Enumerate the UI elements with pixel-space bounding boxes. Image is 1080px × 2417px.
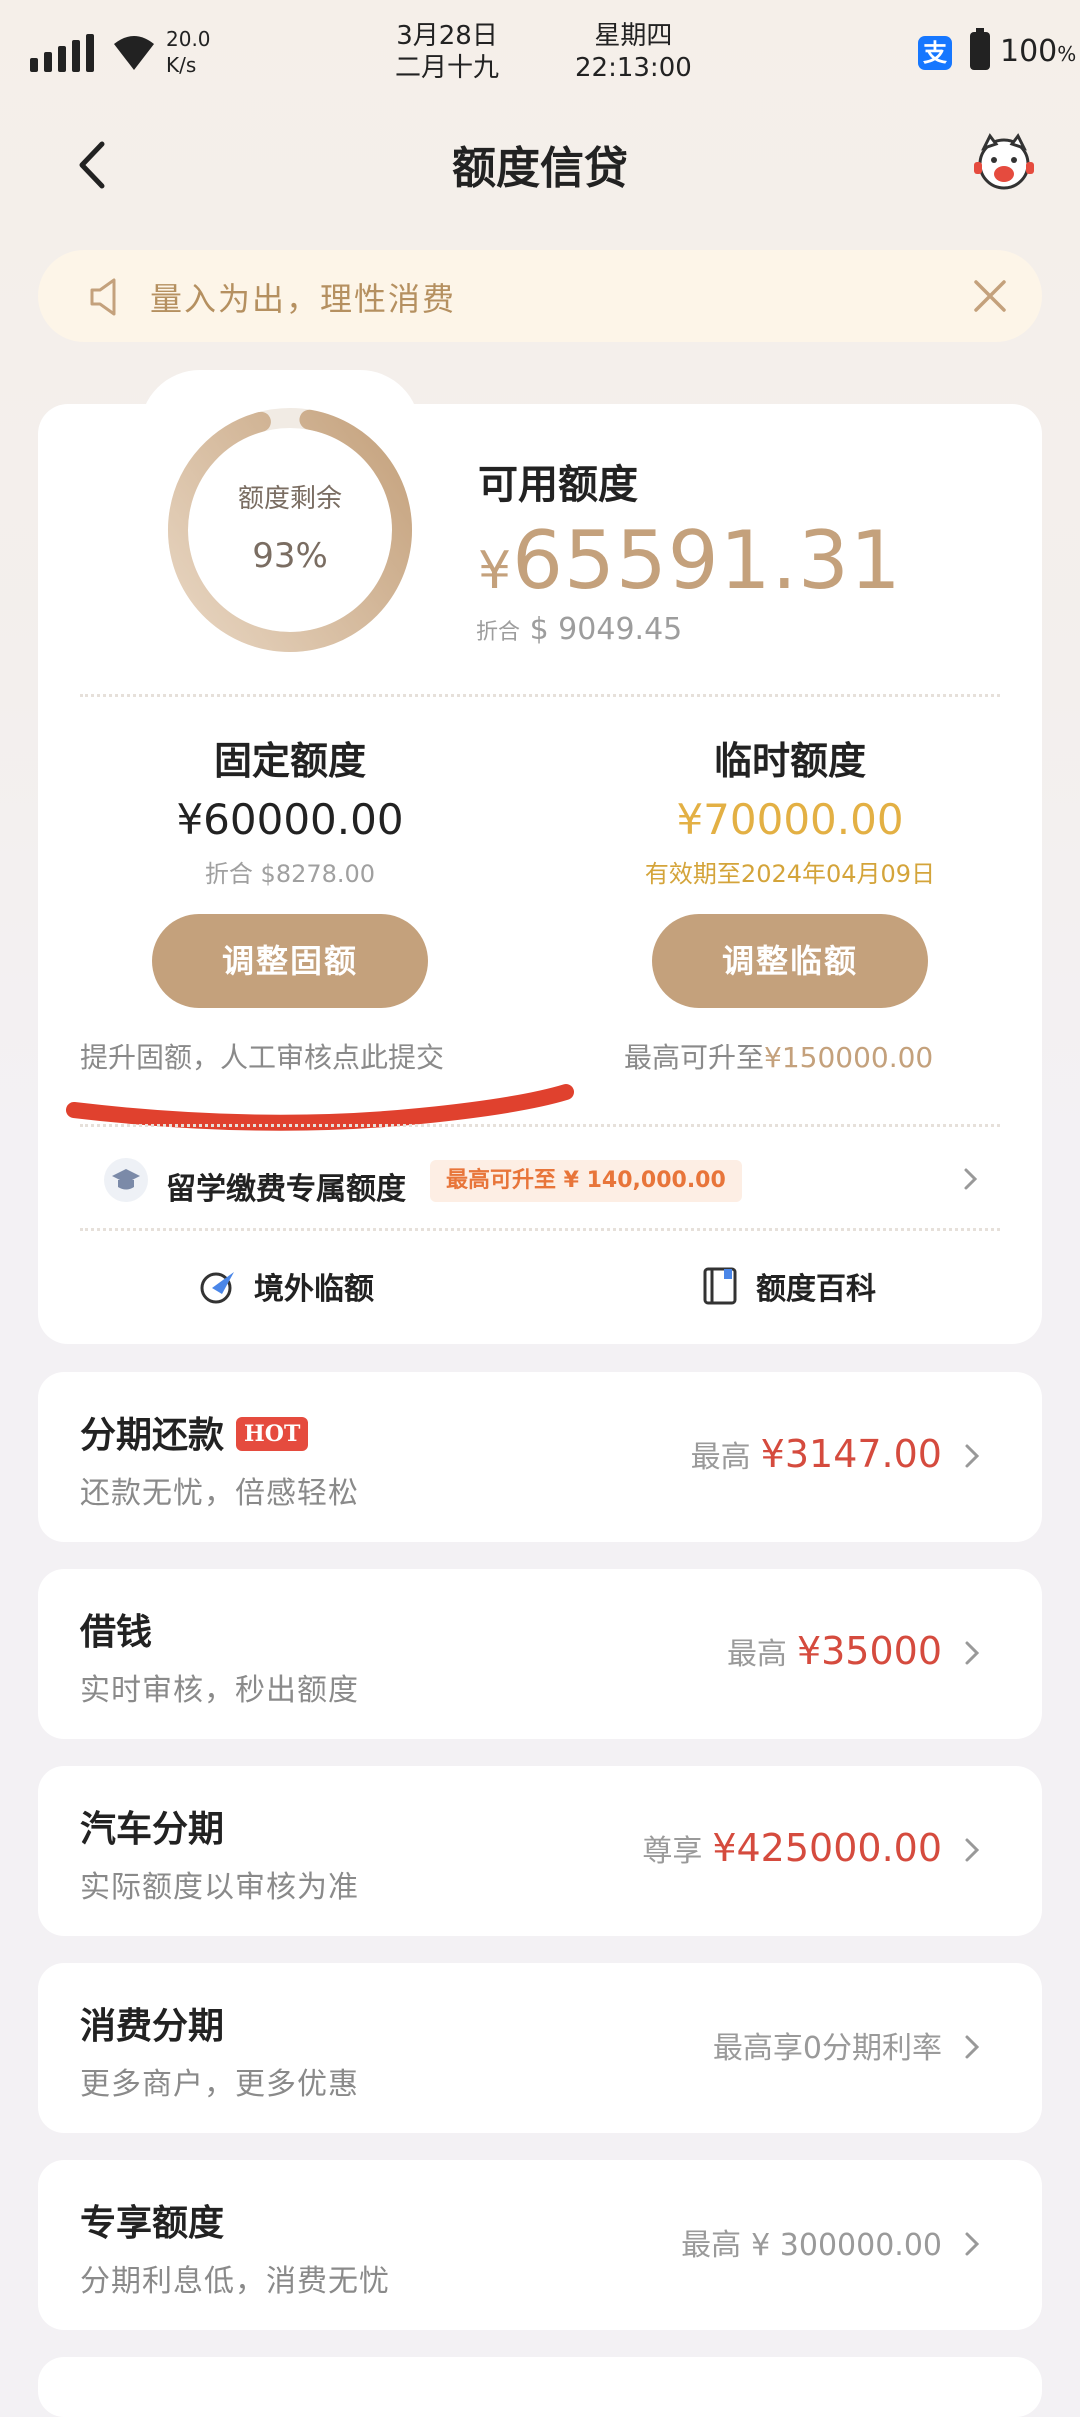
alipay-icon: 支: [918, 36, 952, 70]
divider: [80, 694, 1000, 697]
service-right: 尊享 ¥425000.00: [642, 1826, 942, 1870]
service-title: 消费分期: [80, 2006, 225, 2047]
available-amount: ¥65591.31: [478, 514, 902, 607]
chevron-right-icon: [965, 1838, 980, 1862]
chevron-right-icon: [965, 2232, 980, 2256]
service-title: 借钱: [80, 1612, 153, 1653]
battery-icon: [970, 32, 990, 70]
chevron-right-icon: [965, 2035, 980, 2059]
temp-credit-column: 临时额度 ¥70000.00 有效期至2024年04月09日: [570, 730, 1010, 889]
service-subtitle: 实时审核，秒出额度: [80, 1673, 359, 1708]
red-annotation-stroke: [66, 1084, 574, 1131]
service-subtitle: 更多商户，更多优惠: [80, 2067, 359, 2102]
speaker-icon: [90, 278, 116, 316]
overseas-temp-link[interactable]: 境外临额: [254, 1264, 374, 1308]
service-title: 专享额度: [80, 2203, 225, 2244]
notice-text: 量入为出，理性消费: [150, 280, 457, 318]
service-card-borrow[interactable]: 借钱 实时审核，秒出额度 最高 ¥35000: [38, 1569, 1042, 1739]
chevron-right-icon: [965, 1641, 980, 1665]
service-subtitle: 实际额度以审核为准: [80, 1870, 359, 1905]
ring-percent: 93%: [252, 536, 328, 576]
book-icon: [703, 1267, 737, 1305]
ring-label: 额度剩余: [237, 484, 342, 514]
airplane-globe-icon: [200, 1272, 234, 1304]
page-title: 额度信贷: [452, 143, 628, 194]
service-card-exclusive-credit[interactable]: 专享额度 分期利息低，消费无忧 最高 ¥ 300000.00: [38, 2160, 1042, 2330]
temp-credit-amount: ¥70000.00: [676, 795, 904, 844]
service-right: 最高享0分期利率: [712, 2031, 942, 2066]
close-icon[interactable]: [970, 276, 1010, 316]
service-right: 最高 ¥35000: [726, 1629, 942, 1673]
service-card-partial[interactable]: [38, 2357, 1042, 2417]
fixed-credit-converted: 折合 $8278.00: [204, 860, 376, 888]
study-abroad-label: 留学缴费专属额度: [166, 1172, 406, 1207]
service-subtitle: 分期利息低，消费无忧: [80, 2264, 390, 2299]
net-speed: 20.0 K/s: [166, 27, 211, 77]
study-abroad-row[interactable]: 留学缴费专属额度 最高可升至 ¥ 140,000.00: [100, 1154, 980, 1214]
service-title: 汽车分期: [80, 1809, 225, 1850]
temp-credit-title: 临时额度: [713, 739, 866, 783]
date-block: 3月28日 二月十九: [395, 21, 500, 83]
temp-credit-hint: 最高可升至¥150000.00: [624, 1041, 934, 1074]
service-card-installment-repay[interactable]: 分期还款 HOT 还款无忧，倍感轻松 最高 ¥3147.00: [38, 1372, 1042, 1542]
study-abroad-badge: 最高可升至 ¥ 140,000.00: [430, 1160, 742, 1202]
signal-icon: [30, 34, 100, 72]
available-converted: 折合 $ 9049.45: [476, 612, 683, 647]
notice-bar: 量入为出，理性消费: [38, 250, 1042, 342]
available-label: 可用额度: [478, 462, 638, 508]
adjust-temp-button[interactable]: 调整临额: [652, 914, 928, 1008]
service-right: 最高 ¥3147.00: [690, 1432, 942, 1476]
temp-credit-validity: 有效期至2024年04月09日: [644, 860, 936, 888]
divider: [80, 1124, 1000, 1127]
chevron-right-icon: [965, 1444, 980, 1468]
graduation-cap-icon: [104, 1158, 148, 1202]
service-right: 最高 ¥ 300000.00: [681, 2228, 942, 2263]
fixed-credit-title: 固定额度: [213, 739, 366, 783]
hot-badge: HOT: [236, 1417, 309, 1451]
remaining-ring: [168, 408, 412, 652]
credit-encyclopedia-link[interactable]: 额度百科: [756, 1264, 876, 1308]
adjust-fixed-button[interactable]: 调整固额: [152, 914, 428, 1008]
service-card-car-installment[interactable]: 汽车分期 实际额度以审核为准 尊享 ¥425000.00: [38, 1766, 1042, 1936]
service-subtitle: 还款无忧，倍感轻松: [80, 1476, 359, 1511]
service-title: 分期还款 HOT: [80, 1406, 309, 1458]
time-block: 星期四 22:13:00: [575, 21, 692, 83]
mascot-icon[interactable]: [972, 130, 1036, 194]
service-card-consumer-installment[interactable]: 消费分期 更多商户，更多优惠 最高享0分期利率: [38, 1963, 1042, 2133]
fixed-credit-column: 固定额度 ¥60000.00 折合 $8278.00: [70, 730, 510, 889]
status-bar: 20.0 K/s 3月28日 二月十九 星期四 22:13:00 支 100%: [0, 0, 1080, 110]
wifi-icon: [114, 36, 154, 70]
fixed-credit-amount: ¥60000.00: [176, 795, 404, 844]
chevron-right-icon: [964, 1168, 978, 1190]
battery-level: 100%: [1000, 34, 1077, 69]
divider: [80, 1228, 1000, 1231]
